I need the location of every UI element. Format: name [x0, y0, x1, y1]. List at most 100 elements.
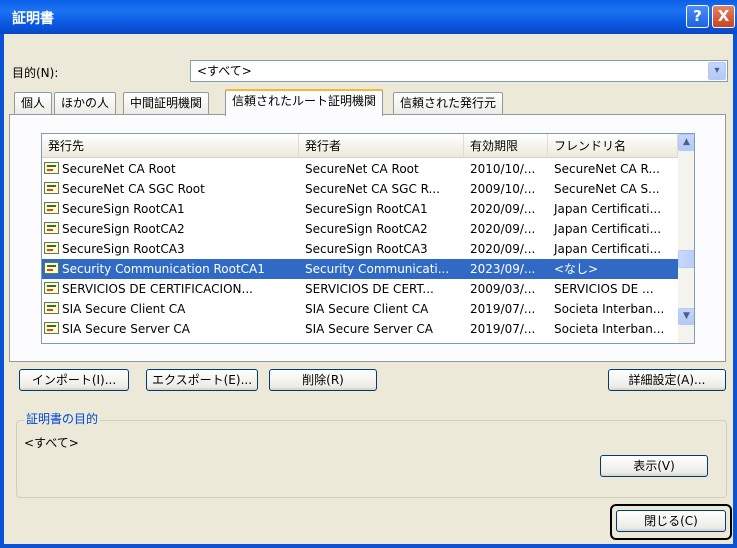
cell-expires: 2019/07/...	[470, 302, 536, 316]
cell-friendly: Japan Certificati...	[554, 202, 662, 216]
cell: 2019/07/...	[464, 299, 548, 319]
cell: 2020/09/...	[464, 219, 548, 239]
cell-expires: 2009/03/...	[470, 282, 536, 296]
table-row[interactable]: SecureSign RootCA2 SecureSign RootCA2 2020…	[42, 219, 678, 239]
cell-issued-by: SIA Secure Server CA	[305, 322, 434, 336]
cell-friendly: Japan Certificati...	[554, 242, 662, 256]
column-friendly-name[interactable]: フレンドリ名	[548, 134, 678, 158]
import-button[interactable]: インポート(I)...	[19, 369, 129, 391]
cell-issued-to: SERVICIOS DE CERTIFICACION...	[62, 282, 253, 296]
cell: 2009/03/...	[464, 279, 548, 299]
tab-other-people[interactable]: ほかの人	[54, 92, 117, 114]
cell: SecureNet CA Root	[299, 159, 464, 179]
cell: 2019/07/...	[464, 319, 548, 339]
cell: SecureSign RootCA3	[42, 239, 299, 259]
cell: Societa Interban...	[548, 299, 678, 319]
cell-issued-by: Security Communicati...	[305, 262, 450, 276]
cell-issued-to: SecureNet CA SGC Root	[62, 182, 205, 196]
cell-issued-to: SecureSign RootCA3	[62, 242, 185, 256]
cell-issued-to: SecureSign RootCA2	[62, 222, 185, 236]
table-row[interactable]: SecureSign RootCA1 SecureSign RootCA1 2020…	[42, 199, 678, 219]
title-bar[interactable]: 証明書 ? X	[0, 0, 737, 34]
column-issued-by[interactable]: 発行者	[299, 134, 464, 158]
certificate-icon	[44, 242, 59, 254]
scroll-thumb[interactable]	[678, 250, 694, 268]
close-window-button[interactable]: X	[712, 5, 735, 28]
table-row[interactable]: SecureSign RootCA3 SecureSign RootCA3 2020…	[42, 239, 678, 259]
cell: SERVICIOS DE ...	[548, 279, 678, 299]
certificate-icon	[44, 302, 59, 314]
cell-expires: 2009/10/...	[470, 182, 536, 196]
cell-expires: 2020/09/...	[470, 222, 536, 236]
cell-issued-by: SecureSign RootCA1	[305, 202, 428, 216]
cell-issued-to: SecureNet CA Root	[62, 162, 176, 176]
purpose-group-value: <すべて>	[24, 436, 79, 450]
tab-trusted-root-ca[interactable]: 信頼されたルート証明機関	[225, 89, 384, 116]
certificate-dialog: 証明書 ? X 目的(N): <すべて> ▾ 個人 ほかの人 中間証明機関 信頼…	[0, 0, 737, 548]
cell: SERVICIOS DE CERTIFICACION...	[42, 279, 299, 299]
advanced-button[interactable]: 詳細設定(A)...	[608, 369, 726, 391]
cell: SecureNet CA SGC R...	[299, 179, 464, 199]
cell-expires: 2019/07/...	[470, 322, 536, 336]
cell: SecureNet CA R...	[548, 159, 678, 179]
purpose-dropdown[interactable]: <すべて> ▾	[190, 60, 728, 82]
cell: SERVICIOS DE CERT...	[299, 279, 464, 299]
cell: 2010/10/...	[464, 159, 548, 179]
table-row[interactable]: SecureNet CA SGC Root SecureNet CA SGC R.…	[42, 179, 678, 199]
dropdown-arrow-icon[interactable]: ▾	[708, 62, 726, 80]
certificate-list[interactable]: 発行先 発行者 有効期限 フレンドリ名 SecureNet CA Root Sec…	[41, 133, 695, 344]
column-issued-to[interactable]: 発行先	[42, 134, 299, 158]
scroll-up-icon[interactable]: ▲	[678, 134, 694, 151]
cell-friendly: SecureNet CA R...	[554, 162, 660, 176]
cell-expires: 2020/09/...	[470, 202, 536, 216]
dialog-body: 目的(N): <すべて> ▾ 個人 ほかの人 中間証明機関 信頼されたルート証明…	[4, 34, 733, 544]
cell-expires: 2020/09/...	[470, 242, 536, 256]
table-row[interactable]: SERVICIOS DE CERTIFICACION... SERVICIOS D…	[42, 279, 678, 299]
cell: SecureSign RootCA3	[299, 239, 464, 259]
cell-issued-by: SecureNet CA SGC R...	[305, 182, 440, 196]
close-button[interactable]: 閉じる(C)	[616, 510, 726, 532]
table-row[interactable]: Security Communication RootCA1 Security C…	[42, 259, 678, 279]
tab-intermediate-ca[interactable]: 中間証明機関	[123, 92, 210, 114]
cell: SecureNet CA S...	[548, 179, 678, 199]
column-expiration[interactable]: 有効期限	[464, 134, 548, 158]
cell: Societa Interban...	[548, 319, 678, 339]
certificate-icon	[44, 222, 59, 234]
cell-issued-by: SecureSign RootCA3	[305, 242, 428, 256]
certificate-icon	[44, 282, 59, 294]
scroll-down-icon[interactable]: ▼	[678, 308, 694, 325]
view-button[interactable]: 表示(V)	[600, 455, 708, 477]
cell-friendly: Japan Certificati...	[554, 222, 662, 236]
list-rows: SecureNet CA Root SecureNet CA Root 2010/1…	[42, 159, 678, 339]
window-title: 証明書	[12, 11, 54, 27]
list-header: 発行先 発行者 有効期限 フレンドリ名	[42, 134, 678, 158]
cell: 2009/10/...	[464, 179, 548, 199]
cell-expires: 2010/10/...	[470, 162, 536, 176]
cell: SecureSign RootCA1	[299, 199, 464, 219]
cell-issued-to: Security Communication RootCA1	[62, 262, 265, 276]
table-row[interactable]: SecureNet CA Root SecureNet CA Root 2010/1…	[42, 159, 678, 179]
cell: <なし>	[548, 259, 678, 279]
cell-issued-to: SIA Secure Server CA	[62, 322, 191, 336]
tab-personal[interactable]: 個人	[14, 92, 53, 114]
certificate-icon	[44, 322, 59, 334]
certificate-icon	[44, 262, 59, 274]
cell: SIA Secure Client CA	[299, 299, 464, 319]
cell: SecureSign RootCA2	[42, 219, 299, 239]
cell-friendly: Societa Interban...	[554, 302, 665, 316]
cell-friendly: SERVICIOS DE ...	[554, 282, 654, 296]
table-row[interactable]: SIA Secure Server CA SIA Secure Server CA…	[42, 319, 678, 339]
export-button[interactable]: エクスポート(E)...	[146, 369, 258, 391]
tab-trusted-publishers[interactable]: 信頼された発行元	[393, 92, 504, 114]
cell-friendly: Societa Interban...	[554, 322, 665, 336]
vertical-scrollbar[interactable]: ▲ ▼	[678, 134, 694, 343]
cell: SecureNet CA SGC Root	[42, 179, 299, 199]
cell: SecureNet CA Root	[42, 159, 299, 179]
table-row[interactable]: SIA Secure Client CA SIA Secure Client CA…	[42, 299, 678, 319]
cell: Japan Certificati...	[548, 219, 678, 239]
certificate-icon	[44, 162, 59, 174]
help-button[interactable]: ?	[686, 5, 709, 28]
delete-button[interactable]: 削除(R)	[269, 369, 377, 391]
certificate-icon	[44, 202, 59, 214]
cell-expires: 2023/09/...	[470, 262, 536, 276]
